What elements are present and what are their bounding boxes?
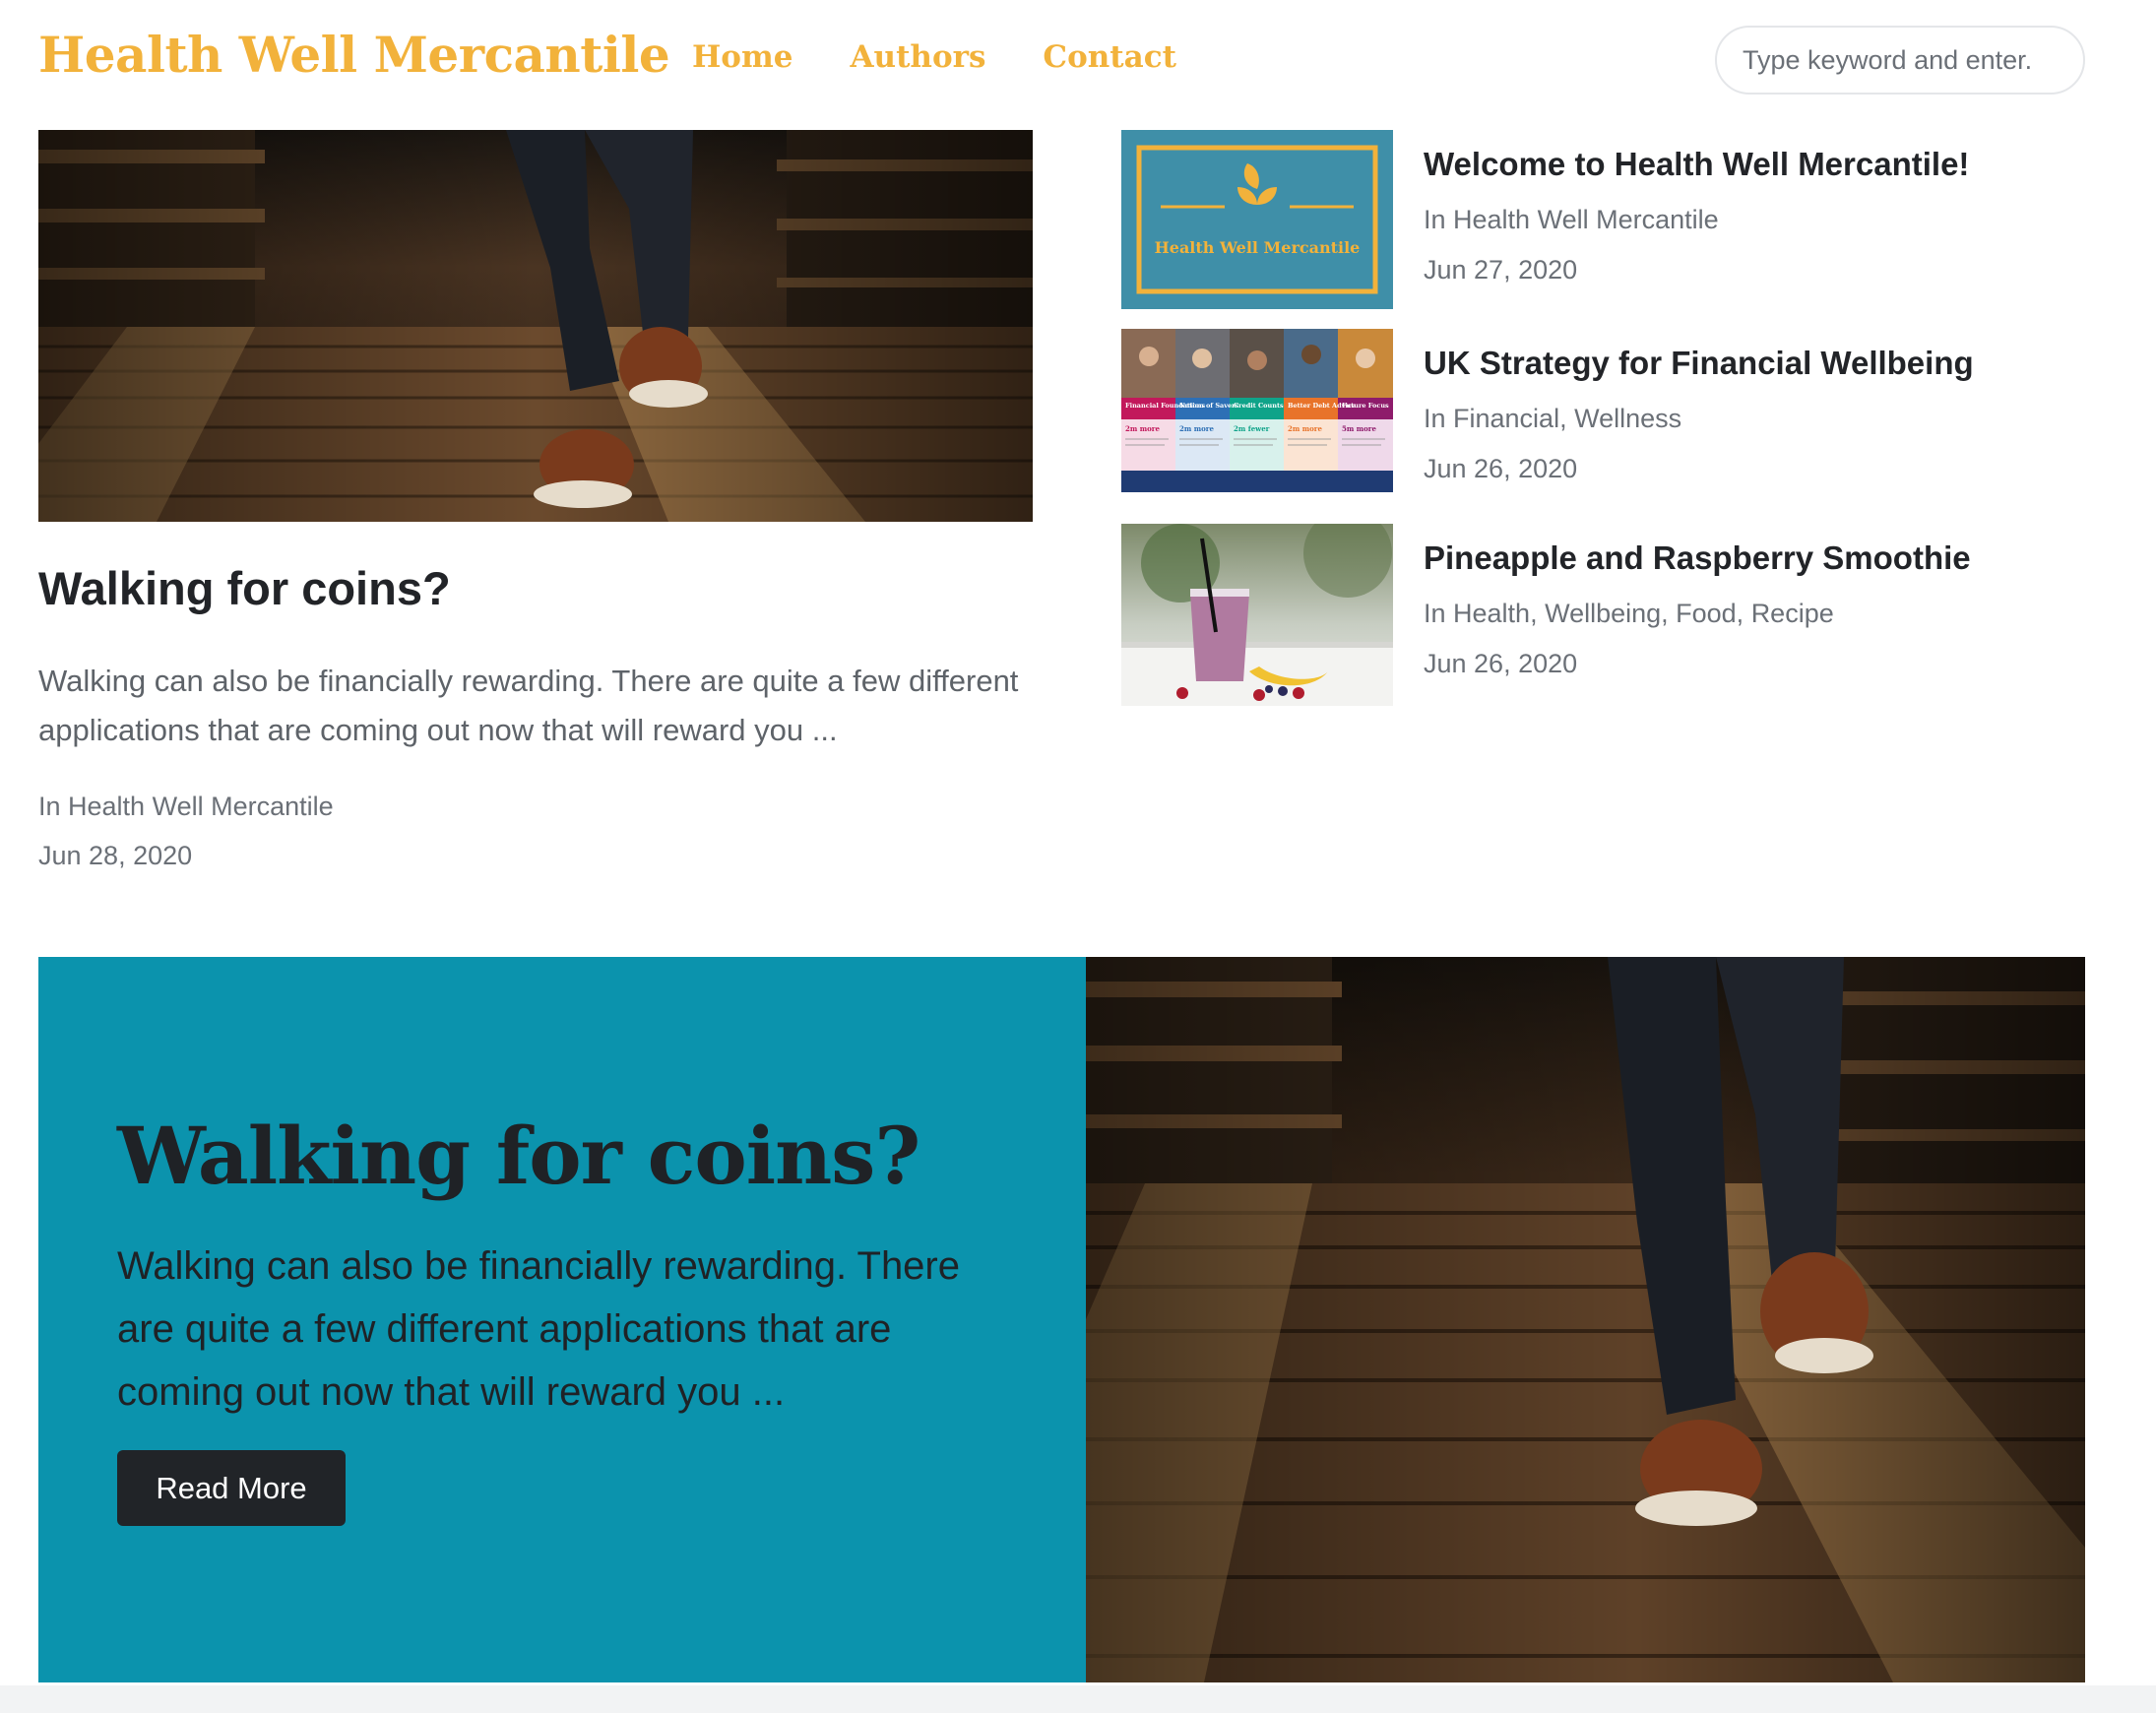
side-post-category: In Health Well Mercantile bbox=[1424, 205, 1719, 234]
nav-home[interactable]: Home bbox=[692, 39, 793, 75]
hero-title: Walking for coins? bbox=[117, 1110, 920, 1202]
side-post-category: In Financial, Wellness bbox=[1424, 404, 1682, 433]
side-post-date: Jun 27, 2020 bbox=[1424, 255, 1578, 285]
site-logo[interactable]: Health Well Mercantile bbox=[38, 26, 670, 84]
read-more-button[interactable]: Read More bbox=[117, 1450, 346, 1526]
featured-title[interactable]: Walking for coins? bbox=[38, 561, 451, 615]
hero-excerpt: Walking can also be financially rewardin… bbox=[117, 1244, 960, 1414]
side-post-date: Jun 26, 2020 bbox=[1424, 649, 1578, 678]
side-post-category: In Health, Wellbeing, Food, Recipe bbox=[1424, 599, 1834, 628]
brand-logo-thumbnail: Health Well Mercantile bbox=[1121, 130, 1393, 309]
walking-boardwalk-photo bbox=[1086, 957, 2085, 1682]
side-post-text: Welcome to Health Well Mercantile! In He… bbox=[1424, 146, 1969, 286]
side-post-date: Jun 26, 2020 bbox=[1424, 454, 1578, 483]
side-post-uk-strategy: Financial Foundations Nation of Savers C… bbox=[1121, 329, 2086, 516]
search-input[interactable] bbox=[1743, 44, 2061, 76]
side-post-smoothie: Pineapple and Raspberry Smoothie In Heal… bbox=[1121, 524, 2086, 711]
infographic-value: 2m fewer bbox=[1234, 424, 1270, 433]
infographic-value: 5m more bbox=[1342, 424, 1376, 433]
featured-image[interactable] bbox=[38, 130, 1033, 522]
thumbnail-brand-text: Health Well Mercantile bbox=[1155, 238, 1361, 257]
side-post-thumbnail[interactable]: Financial Foundations Nation of Savers C… bbox=[1121, 329, 1393, 492]
search-box bbox=[1715, 26, 2085, 95]
main-nav: Home Authors Contact bbox=[692, 39, 1176, 75]
side-post-text: UK Strategy for Financial Wellbeing In F… bbox=[1424, 345, 1974, 484]
walking-boardwalk-photo bbox=[38, 130, 1033, 522]
side-post-welcome: Health Well Mercantile Welcome to Health… bbox=[1121, 130, 2086, 317]
hero-banner: Walking for coins? Walking can also be f… bbox=[38, 957, 2085, 1682]
side-post-thumbnail[interactable] bbox=[1121, 524, 1393, 706]
side-post-title[interactable]: UK Strategy for Financial Wellbeing bbox=[1424, 345, 1974, 382]
infographic-value: 2m more bbox=[1179, 424, 1214, 433]
featured-date: Jun 28, 2020 bbox=[38, 841, 193, 870]
nav-contact[interactable]: Contact bbox=[1043, 39, 1176, 75]
infographic-label: Credit Counts bbox=[1234, 402, 1284, 410]
infographic-value: 2m more bbox=[1288, 424, 1322, 433]
side-post-text: Pineapple and Raspberry Smoothie In Heal… bbox=[1424, 539, 1971, 679]
featured-category: In Health Well Mercantile bbox=[38, 792, 334, 821]
infographic-value: 2m more bbox=[1125, 424, 1160, 433]
smoothie-photo bbox=[1121, 524, 1393, 706]
side-post-title[interactable]: Welcome to Health Well Mercantile! bbox=[1424, 146, 1969, 183]
side-post-thumbnail[interactable]: Health Well Mercantile bbox=[1121, 130, 1393, 309]
nav-authors[interactable]: Authors bbox=[851, 39, 986, 75]
side-post-title[interactable]: Pineapple and Raspberry Smoothie bbox=[1424, 539, 1971, 577]
infographic-label: Nation of Savers bbox=[1179, 402, 1239, 410]
hero-image bbox=[1086, 957, 2085, 1682]
infographic-thumbnail: Financial Foundations Nation of Savers C… bbox=[1121, 329, 1393, 492]
page-footer-edge bbox=[0, 1685, 2156, 1713]
infographic-label: Future Focus bbox=[1342, 402, 1389, 410]
featured-excerpt: Walking can also be financially rewardin… bbox=[38, 664, 1019, 747]
